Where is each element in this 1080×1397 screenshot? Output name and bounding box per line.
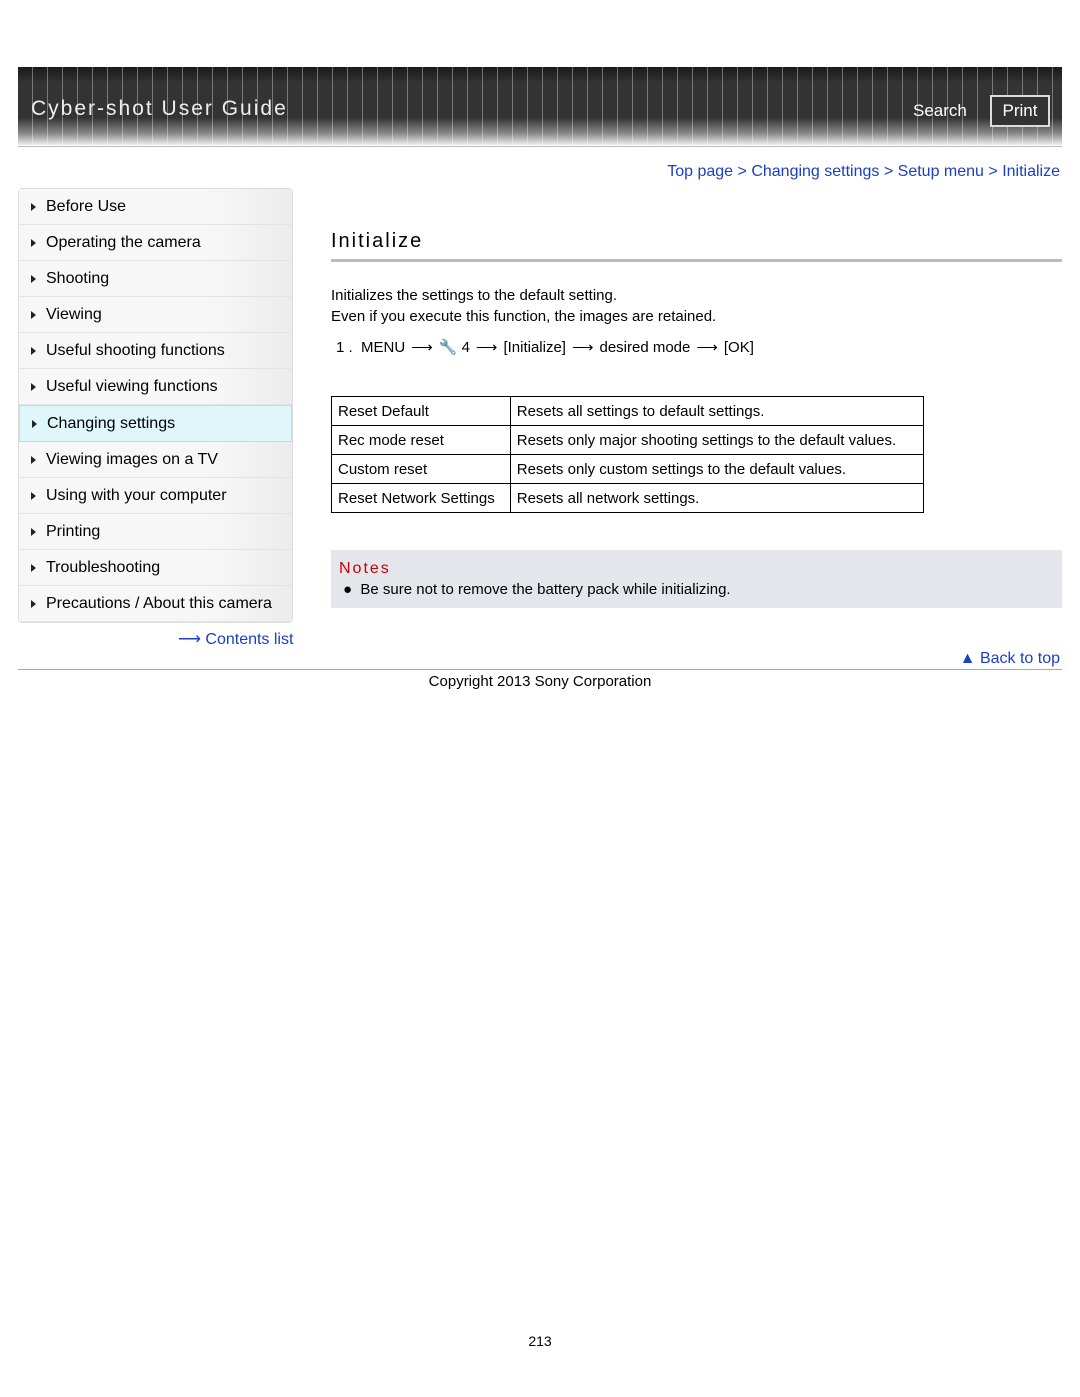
arrow-right-icon: ⟶ [178, 631, 201, 648]
sidebar-item-label: Viewing images on a TV [46, 450, 218, 468]
triangle-right-icon [32, 419, 37, 428]
breadcrumb-setup-menu[interactable]: Setup menu [898, 163, 984, 180]
sidebar-item-label: Changing settings [47, 414, 176, 432]
wrench-icon: 🔧 [438, 339, 458, 356]
sidebar-item-label: Troubleshooting [46, 558, 161, 576]
procedure-step: 1 . MENU ⟶ 🔧 4 ⟶ [Initialize] ⟶ desired mode ⟶ [… [336, 338, 754, 356]
arrow-icon: ⟶ [475, 339, 498, 356]
triangle-right-icon [31, 455, 36, 464]
breadcrumb-changing-settings[interactable]: Changing settings [751, 163, 879, 180]
back-to-top-label: Back to top [979, 650, 1060, 667]
setting-description: Resets only major shooting settings to t… [509, 425, 925, 455]
print-button[interactable]: Print [990, 95, 1050, 127]
sidebar-item-useful-viewing-functions[interactable]: Useful viewing functions [19, 369, 292, 405]
title-underline [331, 259, 1062, 262]
sidebar-item-label: Using with your computer [46, 486, 227, 504]
arrow-icon: ⟶ [571, 339, 594, 356]
triangle-right-icon [31, 310, 36, 319]
page-title: Initialize [331, 230, 424, 252]
sidebar-item-printing[interactable]: Printing [19, 514, 292, 550]
table-row: Custom reset Resets only custom settings … [331, 454, 925, 484]
triangle-up-icon: ▲ [959, 650, 976, 667]
note-item: ● Be sure not to remove the battery pack… [343, 581, 731, 598]
sidebar-item-changing-settings[interactable]: Changing settings [19, 405, 292, 442]
settings-table: Reset Default Resets all settings to defa… [331, 396, 925, 513]
sidebar-item-before-use[interactable]: Before Use [19, 189, 292, 225]
triangle-right-icon [31, 382, 36, 391]
step-item: [Initialize] [503, 339, 566, 356]
guide-title: Cyber-shot User Guide [31, 97, 288, 120]
setting-name: Rec mode reset [331, 425, 511, 455]
sidebar-item-troubleshooting[interactable]: Troubleshooting [19, 550, 292, 586]
table-row: Reset Default Resets all settings to defa… [331, 396, 925, 426]
step-ok: [OK] [723, 339, 754, 356]
sidebar-item-useful-shooting-functions[interactable]: Useful shooting functions [19, 333, 292, 369]
step-setup-number: 4 [461, 339, 470, 356]
description-2: Even if you execute this function, the i… [331, 308, 717, 325]
page-number: 213 [528, 1333, 552, 1349]
notes-box: Notes ● Be sure not to remove the batter… [331, 550, 1062, 608]
breadcrumb-top-page[interactable]: Top page [667, 163, 733, 180]
arrow-icon: ⟶ [411, 339, 433, 356]
note-text: Be sure not to remove the battery pack w… [360, 581, 731, 598]
sidebar-item-label: Printing [46, 522, 101, 540]
sidebar-item-label: Operating the camera [46, 233, 201, 251]
arrow-icon: ⟶ [696, 339, 718, 356]
triangle-right-icon [31, 346, 36, 355]
step-mode: desired mode [599, 339, 691, 356]
setting-name: Reset Network Settings [331, 483, 511, 513]
sidebar-item-label: Useful viewing functions [46, 377, 218, 395]
notes-title: Notes [339, 560, 391, 577]
back-to-top-link[interactable]: ▲ Back to top [960, 650, 1060, 668]
contents-list-label: Contents list [205, 631, 294, 648]
sidebar-item-label: Before Use [46, 197, 127, 215]
header-banner: Cyber-shot User Guide Search Print [18, 67, 1062, 145]
breadcrumb-initialize[interactable]: Initialize [1002, 163, 1060, 180]
setting-name: Custom reset [331, 454, 511, 484]
copyright: Copyright 2013 Sony Corporation [428, 673, 652, 690]
sidebar-item-label: Shooting [46, 269, 110, 287]
sidebar-item-operating-the-camera[interactable]: Operating the camera [19, 225, 292, 261]
sidebar-item-label: Precautions / About this camera [46, 594, 272, 612]
table-row: Reset Network Settings Resets all network… [331, 483, 925, 513]
footer-divider [18, 669, 1062, 670]
triangle-right-icon [31, 238, 36, 247]
sidebar: Before Use Operating the camera Shooting Vi… [18, 188, 293, 623]
triangle-right-icon [31, 202, 36, 211]
step-menu: MENU [361, 339, 406, 356]
triangle-right-icon [31, 599, 36, 608]
contents-list-link[interactable]: ⟶ Contents list [178, 629, 293, 649]
setting-name: Reset Default [331, 396, 511, 426]
sidebar-item-viewing[interactable]: Viewing [19, 297, 292, 333]
triangle-right-icon [31, 491, 36, 500]
setting-description: Resets all settings to default settings. [509, 396, 925, 426]
table-row: Rec mode reset Resets only major shooting… [331, 425, 925, 455]
triangle-right-icon [31, 563, 36, 572]
sidebar-item-label: Useful shooting functions [46, 341, 225, 359]
setting-description: Resets all network settings. [509, 483, 925, 513]
step-number: 1 . [336, 339, 353, 356]
breadcrumb: Top page > Changing settings > Setup men… [667, 163, 1060, 180]
setting-description: Resets only custom settings to the defau… [509, 454, 925, 484]
triangle-right-icon [31, 527, 36, 536]
sidebar-item-viewing-images-on-a-tv[interactable]: Viewing images on a TV [19, 442, 292, 478]
divider [18, 146, 1062, 147]
sidebar-item-precautions-about-this-camera[interactable]: Precautions / About this camera [19, 586, 292, 622]
triangle-right-icon [31, 274, 36, 283]
bullet-icon: ● [343, 581, 353, 598]
sidebar-item-label: Viewing [46, 305, 102, 323]
description-1: Initializes the settings to the default … [331, 287, 618, 304]
sidebar-item-using-with-your-computer[interactable]: Using with your computer [19, 478, 292, 514]
search-button[interactable]: Search [913, 101, 967, 121]
sidebar-item-shooting[interactable]: Shooting [19, 261, 292, 297]
